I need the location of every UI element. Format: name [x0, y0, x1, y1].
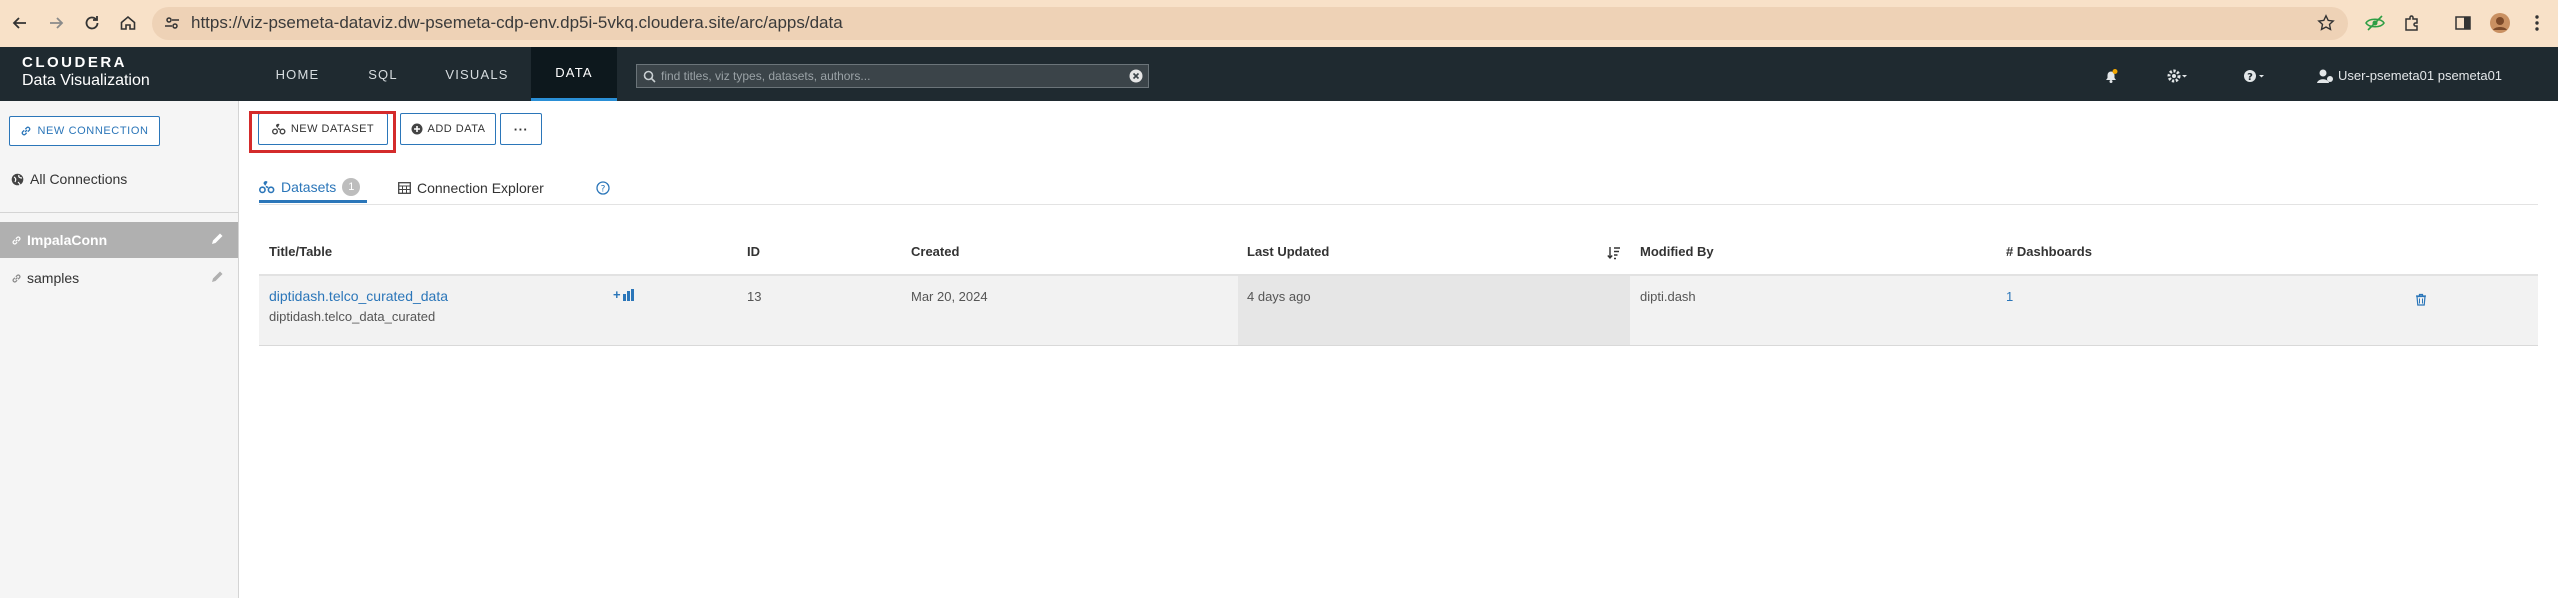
trash-icon[interactable]: [2415, 287, 2427, 311]
chart-icon: [622, 288, 634, 301]
all-connections-label: All Connections: [30, 171, 128, 187]
kebab-icon[interactable]: [2522, 8, 2552, 38]
tab-connection-explorer-label: Connection Explorer: [417, 180, 544, 196]
tabs-divider: [259, 204, 2538, 205]
sidebar-item-samples[interactable]: samples: [0, 260, 238, 296]
link-icon: [11, 235, 22, 246]
link-icon: [20, 125, 32, 137]
svg-text:?: ?: [2247, 72, 2253, 83]
new-dashboard-button[interactable]: +: [613, 287, 634, 302]
nav-home[interactable]: HOME: [255, 47, 340, 101]
tab-datasets[interactable]: Datasets 1: [259, 173, 367, 203]
search-placeholder: find titles, viz types, datasets, author…: [661, 69, 871, 83]
logo-wordmark[interactable]: CLOUDERA: [22, 54, 127, 71]
sort-icon[interactable]: [1607, 241, 1621, 265]
sidebar-item-impalaconn[interactable]: ImpalaConn: [0, 222, 238, 258]
question-icon[interactable]: ?: [596, 173, 610, 203]
search-icon: [643, 64, 656, 88]
side-panel-icon[interactable]: [2448, 8, 2478, 38]
reload-icon[interactable]: [77, 8, 107, 38]
dataset-modified-by: dipti.dash: [1640, 289, 1696, 304]
connection-label: samples: [27, 270, 80, 286]
dataset-dashboards-count[interactable]: 1: [2006, 289, 2013, 304]
clear-icon[interactable]: [1129, 64, 1143, 88]
row-divider: [259, 345, 2538, 346]
dataset-created: Mar 20, 2024: [911, 289, 988, 304]
dataset-icon: [259, 180, 275, 194]
nav-sql[interactable]: SQL: [350, 47, 416, 101]
dataset-table-name: diptidash.telco_data_curated: [269, 309, 436, 324]
column-header-created[interactable]: Created: [911, 244, 959, 259]
home-icon[interactable]: [113, 8, 143, 38]
eye-extension-icon[interactable]: [2360, 8, 2390, 38]
dataset-last-updated: 4 days ago: [1247, 289, 1311, 304]
forward-arrow-icon[interactable]: [41, 8, 71, 38]
profile-icon[interactable]: [2485, 8, 2515, 38]
bell-icon[interactable]: [2103, 64, 2119, 88]
column-header-dashboards[interactable]: # Dashboards: [2006, 244, 2092, 259]
new-connection-label: NEW CONNECTION: [37, 125, 149, 137]
star-icon[interactable]: [2311, 8, 2341, 38]
all-connections-item[interactable]: All Connections: [11, 171, 127, 187]
gear-icon[interactable]: [2167, 64, 2189, 88]
user-icon[interactable]: [2316, 64, 2334, 88]
pencil-icon[interactable]: [210, 270, 224, 284]
column-header-title[interactable]: Title/Table: [269, 244, 332, 259]
plus-circle-icon: [411, 123, 423, 135]
dataset-title-link[interactable]: diptidash.telco_curated_data: [269, 288, 448, 304]
column-header-last-updated[interactable]: Last Updated: [1247, 244, 1329, 259]
dataset-id: 13: [747, 289, 762, 304]
help-icon[interactable]: ?: [2243, 64, 2267, 88]
sidebar-divider: [0, 212, 238, 213]
datasets-count-badge: 1: [342, 177, 361, 196]
more-button[interactable]: ···: [500, 113, 542, 145]
svg-text:?: ?: [601, 185, 606, 195]
connection-label: ImpalaConn: [27, 232, 108, 248]
table-icon: [398, 182, 411, 194]
column-header-id[interactable]: ID: [747, 244, 760, 259]
logo-subtitle[interactable]: Data Visualization: [22, 72, 150, 90]
back-arrow-icon[interactable]: [5, 8, 35, 38]
nav-visuals[interactable]: VISUALS: [434, 47, 520, 101]
column-header-modified-by[interactable]: Modified By: [1640, 244, 1714, 259]
tab-datasets-label: Datasets: [281, 178, 337, 195]
user-menu[interactable]: User-psemeta01 psemeta01: [2338, 68, 2502, 83]
link-icon: [11, 273, 22, 284]
sorted-cell-highlight: [1238, 276, 1630, 345]
url-text[interactable]: https://viz-psemeta-dataviz.dw-psemeta-c…: [191, 11, 843, 35]
nav-data[interactable]: DATA: [531, 47, 617, 101]
add-data-label: ADD DATA: [427, 123, 486, 135]
add-data-button[interactable]: ADD DATA: [400, 113, 496, 145]
site-info-icon[interactable]: [157, 8, 187, 38]
puzzle-icon[interactable]: [2397, 8, 2427, 38]
new-connection-button[interactable]: NEW CONNECTION: [9, 116, 160, 146]
pencil-icon[interactable]: [210, 232, 224, 246]
tab-connection-explorer[interactable]: Connection Explorer: [398, 173, 544, 203]
new-dashboard-plus: +: [613, 287, 621, 302]
globe-icon: [11, 173, 24, 186]
highlight-box: [249, 111, 396, 153]
